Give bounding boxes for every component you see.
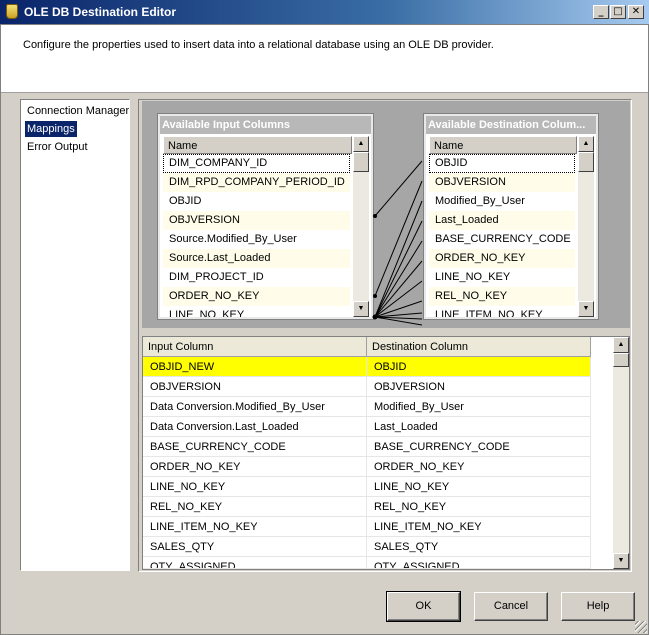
available-destination-columns-box[interactable]: Available Destination Colum... Name OBJI… — [423, 113, 599, 320]
resize-grip-icon[interactable] — [635, 621, 647, 633]
destination-column-item[interactable]: BASE_CURRENCY_CODE — [429, 230, 575, 249]
destination-column-item[interactable]: OBJVERSION — [429, 173, 575, 192]
scroll-down-arrow-icon[interactable]: ▼ — [578, 301, 594, 317]
mapping-input-cell[interactable]: SALES_QTY — [143, 537, 367, 557]
mapping-input-cell[interactable]: Data Conversion.Modified_By_User — [143, 397, 367, 417]
destination-column-item[interactable]: REL_NO_KEY — [429, 287, 575, 306]
scroll-down-arrow-icon[interactable]: ▼ — [613, 553, 629, 569]
scroll-thumb[interactable] — [613, 353, 629, 367]
mappings-grid-scrollbar[interactable]: ▲ ▼ — [613, 337, 629, 569]
mapping-destination-cell[interactable]: LINE_NO_KEY — [367, 477, 591, 497]
title-bar[interactable]: OLE DB Destination Editor _ □ ✕ — [0, 0, 649, 24]
page-navigation-list[interactable]: Connection Manager Mappings Error Output — [20, 99, 130, 571]
destination-column-item[interactable]: Modified_By_User — [429, 192, 575, 211]
mapping-destination-cell[interactable]: QTY_ASSIGNED — [367, 557, 591, 569]
scroll-thumb[interactable] — [578, 152, 594, 172]
mapping-destination-cell[interactable]: OBJVERSION — [367, 377, 591, 397]
mapping-input-cell[interactable]: Data Conversion.Last_Loaded — [143, 417, 367, 437]
header-description: Configure the properties used to insert … — [23, 39, 494, 51]
mapping-destination-cell[interactable]: REL_NO_KEY — [367, 497, 591, 517]
help-button[interactable]: Help — [561, 592, 635, 621]
mapping-input-cell[interactable]: REL_NO_KEY — [143, 497, 367, 517]
close-button[interactable]: ✕ — [628, 5, 644, 19]
cancel-button[interactable]: Cancel — [474, 592, 548, 621]
mapping-input-cell[interactable]: BASE_CURRENCY_CODE — [143, 437, 367, 457]
mapping-input-cell[interactable]: QTY_ASSIGNED — [143, 557, 367, 569]
maximize-button[interactable]: □ — [610, 5, 626, 19]
mapping-destination-cell[interactable]: LINE_ITEM_NO_KEY — [367, 517, 591, 537]
mapping-destination-cell[interactable]: BASE_CURRENCY_CODE — [367, 437, 591, 457]
mapping-designer-area: Available Input Columns Name DIM_COMPANY… — [142, 101, 630, 328]
destination-column-item[interactable]: LINE_ITEM_NO_KEY — [429, 306, 575, 317]
mapping-input-cell[interactable]: LINE_ITEM_NO_KEY — [143, 517, 367, 537]
ok-button[interactable]: OK — [386, 591, 461, 622]
mapping-destination-cell[interactable]: OBJID — [367, 357, 591, 377]
scroll-up-arrow-icon[interactable]: ▲ — [613, 337, 629, 353]
mapping-input-cell[interactable]: OBJID_NEW — [143, 357, 367, 377]
mappings-grid[interactable]: Input Column Destination Column OBJID_NE… — [142, 336, 630, 570]
mapping-destination-cell[interactable]: Modified_By_User — [367, 397, 591, 417]
nav-item-error-output[interactable]: Error Output — [25, 139, 90, 155]
app-icon — [6, 4, 18, 19]
destination-column-item[interactable]: Last_Loaded — [429, 211, 575, 230]
destination-column-header[interactable]: Destination Column — [367, 337, 591, 357]
scroll-up-arrow-icon[interactable]: ▲ — [578, 136, 594, 152]
destination-column-item[interactable]: OBJID — [429, 154, 575, 173]
window-title: OLE DB Destination Editor — [24, 5, 177, 19]
mapping-input-cell[interactable]: ORDER_NO_KEY — [143, 457, 367, 477]
mapping-input-cell[interactable]: LINE_NO_KEY — [143, 477, 367, 497]
destination-column-item[interactable]: LINE_NO_KEY — [429, 268, 575, 287]
header-band: Configure the properties used to insert … — [1, 25, 648, 93]
available-destination-columns-title: Available Destination Colum... — [426, 116, 596, 134]
mapping-destination-cell[interactable]: Last_Loaded — [367, 417, 591, 437]
nav-item-connection-manager[interactable]: Connection Manager — [25, 103, 131, 119]
nav-item-mappings[interactable]: Mappings — [25, 121, 77, 137]
mapping-destination-cell[interactable]: ORDER_NO_KEY — [367, 457, 591, 477]
destination-name-header: Name — [429, 136, 577, 154]
destination-column-item[interactable]: ORDER_NO_KEY — [429, 249, 575, 268]
destination-columns-scrollbar[interactable]: ▲ ▼ — [578, 136, 594, 317]
mapping-input-cell[interactable]: OBJVERSION — [143, 377, 367, 397]
input-column-header[interactable]: Input Column — [143, 337, 367, 357]
minimize-button[interactable]: _ — [593, 5, 609, 19]
mapping-destination-cell[interactable]: SALES_QTY — [367, 537, 591, 557]
